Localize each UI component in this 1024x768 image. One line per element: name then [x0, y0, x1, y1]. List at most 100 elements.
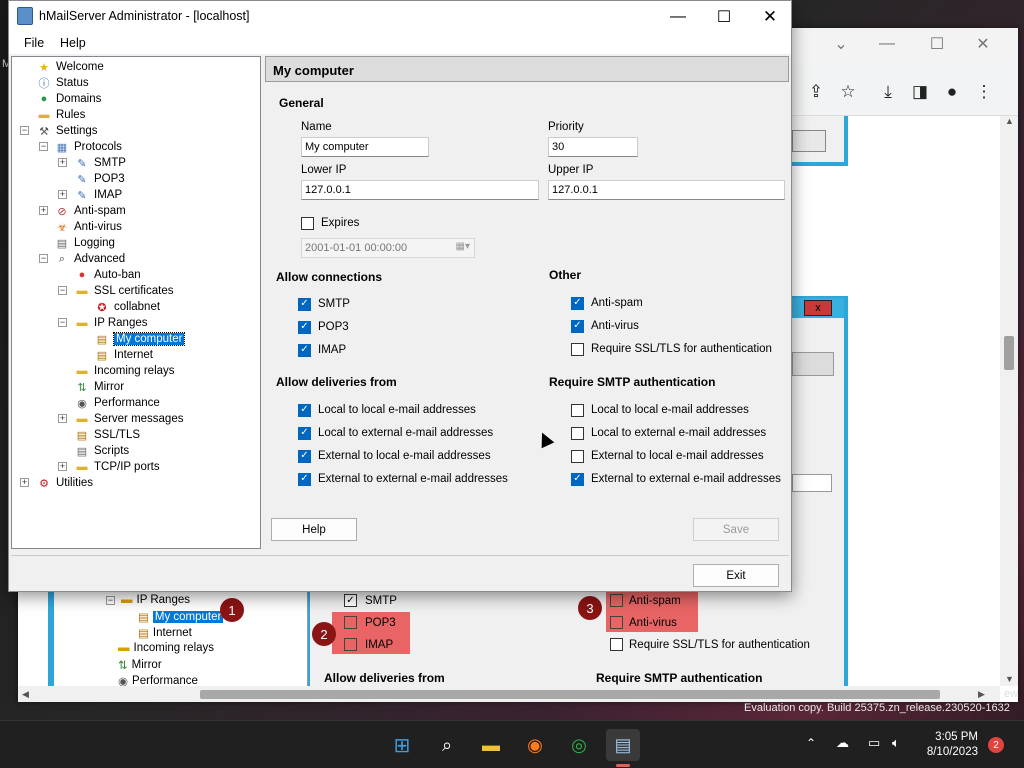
tree-item-utilities[interactable]: ⚙ Utilities	[36, 475, 93, 491]
tree-item-welcome[interactable]: ★ Welcome	[36, 59, 104, 75]
tree-item-smtp[interactable]: ✎ SMTP	[74, 155, 126, 171]
expand-smtp[interactable]: +	[58, 158, 67, 167]
expand-ip-ranges[interactable]: −	[58, 318, 67, 327]
save-button[interactable]: Save	[693, 518, 779, 541]
tree-item-internet[interactable]: ▤ Internet	[94, 347, 153, 363]
tree-item-antispam[interactable]: ⊘ Anti-spam	[54, 203, 125, 219]
network-icon[interactable]: ▭	[868, 735, 880, 751]
unchecked-box[interactable]	[571, 342, 584, 356]
expand-imap[interactable]: +	[58, 190, 67, 199]
scroll-down-icon[interactable]: ▼	[1005, 674, 1014, 684]
expires-checkbox[interactable]: Expires	[301, 215, 359, 231]
check-icon[interactable]: ✓	[298, 426, 311, 440]
sidebar-icon[interactable]: ◨	[908, 80, 932, 104]
auth-local-to-local-checkbox[interactable]: Local to local e-mail addresses	[571, 402, 749, 418]
tree-item-scripts[interactable]: ▤ Scripts	[74, 443, 129, 459]
help-button[interactable]: Help	[271, 518, 357, 541]
horizontal-scroll-thumb[interactable]	[200, 690, 940, 699]
check-icon[interactable]: ✓	[298, 343, 311, 357]
tree-item-ssl-certificates[interactable]: ▬ SSL certificates	[74, 283, 174, 299]
expand-settings[interactable]: −	[20, 126, 29, 135]
check-icon[interactable]: ✓	[571, 296, 584, 310]
check-icon[interactable]: ✓	[571, 472, 584, 486]
check-icon[interactable]: ✓	[298, 449, 311, 463]
delivery-local-to-external-checkbox[interactable]: ✓ Local to external e-mail addresses	[298, 425, 493, 441]
antispam-checkbox[interactable]: ✓ Anti-spam	[571, 295, 643, 311]
minimize-icon[interactable]: —	[655, 1, 701, 33]
cloud-icon[interactable]: ☁	[836, 735, 849, 751]
minimize-icon[interactable]: —	[864, 28, 910, 60]
check-icon[interactable]: ✓	[298, 320, 311, 334]
menu-file[interactable]: File	[24, 36, 44, 50]
profile-icon[interactable]: ●	[940, 80, 964, 104]
tree-item-rules[interactable]: ▬ Rules	[36, 107, 86, 123]
expires-check-box[interactable]	[301, 216, 314, 230]
calendar-dropdown-icon[interactable]: ▦▾	[456, 241, 470, 252]
expand-antispam[interactable]: +	[39, 206, 48, 215]
tree-item-ssl-tls[interactable]: ▤ SSL/TLS	[74, 427, 140, 443]
expand-advanced[interactable]: −	[39, 254, 48, 263]
expand-server-messages[interactable]: +	[58, 414, 67, 423]
tree-item-incoming-relays[interactable]: ▬ Incoming relays	[74, 363, 175, 379]
file-explorer-icon[interactable]: ▬	[476, 730, 506, 760]
more-menu-icon[interactable]: ⋮	[972, 80, 996, 104]
search-icon[interactable]: ⌕	[432, 730, 462, 760]
vertical-scroll-thumb[interactable]	[1004, 336, 1014, 370]
menu-help[interactable]: Help	[60, 36, 86, 50]
scroll-left-icon[interactable]: ◀	[22, 689, 29, 700]
expand-tcpip-ports[interactable]: +	[58, 462, 67, 471]
close-icon[interactable]: ✕	[747, 1, 793, 33]
tree-item-settings[interactable]: ⚒ Settings	[36, 123, 98, 139]
scroll-right-icon[interactable]: ▶	[978, 689, 985, 700]
auth-external-to-external-checkbox[interactable]: ✓ External to external e-mail addresses	[571, 471, 781, 487]
tree-item-pop3[interactable]: ✎ POP3	[74, 171, 124, 187]
expires-date-picker[interactable]: 2001-01-01 00:00:00 ▦▾	[301, 238, 475, 258]
close-icon[interactable]: ✕	[960, 28, 1006, 60]
tree-item-imap[interactable]: ✎ IMAP	[74, 187, 122, 203]
expand-ssl-certificates[interactable]: −	[58, 286, 67, 295]
check-icon[interactable]: ✓	[298, 297, 311, 311]
start-icon[interactable]: ⊞	[387, 730, 417, 760]
browser-horizontal-scrollbar[interactable]: ◀ ▶	[18, 686, 1000, 702]
delivery-external-to-local-checkbox[interactable]: ✓ External to local e-mail addresses	[298, 448, 491, 464]
tree-item-ip-ranges[interactable]: ▬ IP Ranges	[74, 315, 148, 331]
exit-button[interactable]: Exit	[693, 564, 779, 587]
antivirus-checkbox[interactable]: ✓ Anti-virus	[571, 318, 639, 334]
expand-protocols[interactable]: −	[39, 142, 48, 151]
imap-checkbox[interactable]: ✓ IMAP	[298, 342, 346, 358]
volume-icon[interactable]: 🔈︎	[892, 735, 900, 751]
tree-item-server-messages[interactable]: ▬ Server messages	[74, 411, 184, 427]
tree-item-my-computer[interactable]: ▤ My computer	[94, 331, 186, 347]
check-icon[interactable]: ✓	[298, 403, 311, 417]
pop3-checkbox[interactable]: ✓ POP3	[298, 319, 349, 335]
auth-external-to-local-checkbox[interactable]: External to local e-mail addresses	[571, 448, 764, 464]
maximize-icon[interactable]: ☐	[914, 28, 960, 60]
smtp-checkbox[interactable]: ✓ SMTP	[298, 296, 350, 312]
unchecked-box[interactable]	[571, 403, 584, 417]
auth-local-to-external-checkbox[interactable]: Local to external e-mail addresses	[571, 425, 766, 441]
delivery-external-to-external-checkbox[interactable]: ✓ External to external e-mail addresses	[298, 471, 508, 487]
tree-item-tcpip-ports[interactable]: ▬ TCP/IP ports	[74, 459, 160, 475]
share-icon[interactable]: ⇪	[804, 80, 828, 104]
bookmark-star-icon[interactable]: ☆	[836, 80, 860, 104]
navigation-tree[interactable]: ★ Welcome ⓘ Status ● Domains ▬ Rules − ⚒ Sett…	[11, 56, 261, 549]
expand-utilities[interactable]: +	[20, 478, 29, 487]
tree-item-advanced[interactable]: ⌕ Advanced	[54, 251, 125, 267]
unchecked-box[interactable]	[571, 426, 584, 440]
chrome-icon[interactable]: ◎	[564, 730, 594, 760]
tree-item-collabnet[interactable]: ✪ collabnet	[94, 299, 160, 315]
maximize-icon[interactable]: ☐	[701, 1, 747, 33]
check-icon[interactable]: ✓	[571, 319, 584, 333]
chevron-down-icon[interactable]: ⌄	[818, 28, 864, 60]
upper-ip-field[interactable]: 127.0.0.1	[548, 180, 785, 200]
lower-ip-field[interactable]: 127.0.0.1	[301, 180, 539, 200]
hmailserver-taskbar-icon[interactable]: ▤	[606, 729, 640, 761]
download-icon[interactable]: ⤓	[876, 80, 900, 104]
priority-field[interactable]: 30	[548, 137, 638, 157]
require-ssl-checkbox[interactable]: Require SSL/TLS for authentication	[571, 341, 772, 357]
tree-item-logging[interactable]: ▤ Logging	[54, 235, 115, 251]
tree-item-protocols[interactable]: ▦ Protocols	[54, 139, 122, 155]
tree-item-autoban[interactable]: ● Auto-ban	[74, 267, 141, 283]
firefox-icon[interactable]: ◉	[520, 730, 550, 760]
browser-vertical-scrollbar[interactable]: ▲ ▼	[1000, 116, 1018, 686]
